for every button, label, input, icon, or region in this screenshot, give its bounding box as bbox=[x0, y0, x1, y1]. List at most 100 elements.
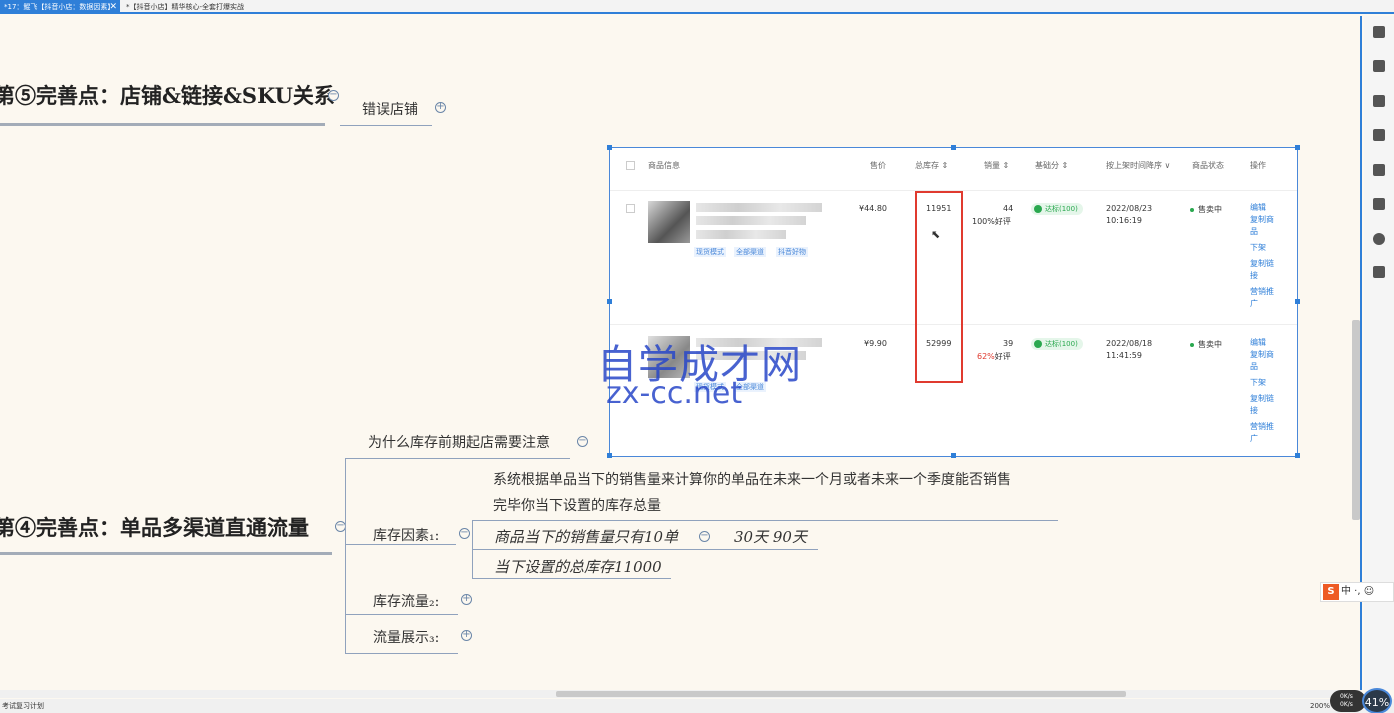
status: 售卖中 bbox=[1190, 204, 1222, 215]
tab-label: *17：鲲飞【抖音小店：数据因素】 bbox=[4, 3, 115, 11]
tab-label: *【抖音小店】精华核心-全套打爆实战 bbox=[126, 3, 245, 11]
status-label: 售卖中 bbox=[1198, 205, 1222, 214]
resize-handle[interactable] bbox=[1295, 145, 1300, 150]
header-price: 售价 bbox=[870, 161, 886, 170]
ime-status: 中 ·, ☺ bbox=[1341, 586, 1375, 597]
stock-factor-description-line1: 系统根据单品当下的销售量来计算你的单品在未来一个月或者未来一个季度能否销售 bbox=[493, 472, 1011, 488]
status-bar: 考试复习计划 200% bbox=[0, 699, 1394, 713]
list-date: 2022/08/18 bbox=[1106, 339, 1153, 348]
blurred-product-title bbox=[696, 203, 822, 212]
rating: 62%好评 bbox=[977, 351, 1011, 362]
collapse-icon[interactable]: − bbox=[577, 436, 588, 447]
resize-handle[interactable] bbox=[951, 145, 956, 150]
header-score: 基础分 ⇕ bbox=[1035, 161, 1069, 170]
tag: 现货模式 bbox=[694, 247, 726, 257]
connector-line bbox=[345, 458, 346, 654]
action-edit[interactable]: 编辑 bbox=[1250, 202, 1278, 214]
highlight-box-stock bbox=[915, 191, 963, 383]
product-thumbnail bbox=[648, 201, 690, 243]
comment-icon[interactable] bbox=[1373, 233, 1385, 245]
tab-inactive-document[interactable]: *【抖音小店】精华核心-全套打爆实战 bbox=[122, 0, 248, 14]
connector-line bbox=[473, 549, 818, 550]
connector-line bbox=[473, 578, 671, 579]
flow-display-label[interactable]: 流量展示₃: bbox=[373, 627, 439, 647]
sheet-tab[interactable]: 考试复习计划 bbox=[2, 699, 44, 713]
action-marketing[interactable]: 营销推广 bbox=[1250, 421, 1278, 445]
tab-active-document[interactable]: *17：鲲飞【抖音小店：数据因素】 ✕ bbox=[0, 0, 120, 14]
status-label: 售卖中 bbox=[1198, 340, 1222, 349]
action-copy-product[interactable]: 复制商品 bbox=[1250, 349, 1278, 373]
tag: 全部渠道 bbox=[734, 247, 766, 257]
horizontal-scrollbar[interactable] bbox=[556, 691, 1126, 697]
image-icon[interactable] bbox=[1373, 95, 1385, 107]
header-sales: 销量 ⇕ bbox=[984, 161, 1010, 170]
rating-percent: 100% bbox=[972, 217, 995, 226]
action-copy-link[interactable]: 复制链接 bbox=[1250, 258, 1278, 282]
branch-question[interactable]: 为什么库存前期起店需要注意 bbox=[368, 432, 550, 452]
stock-flow-label[interactable]: 库存流量₂: bbox=[373, 591, 439, 611]
stock-factor-sub1-child[interactable]: 30天 90天 bbox=[734, 526, 807, 547]
header-list-time: 按上架时间降序 ∨ bbox=[1106, 161, 1171, 170]
select-all-checkbox bbox=[626, 161, 635, 170]
task-icon[interactable] bbox=[1373, 266, 1385, 278]
ime-toolbar[interactable]: S中 ·, ☺ bbox=[1320, 582, 1394, 602]
topic4-underline bbox=[0, 552, 332, 555]
status-dot bbox=[1190, 207, 1194, 212]
action-delist[interactable]: 下架 bbox=[1250, 242, 1278, 254]
action-marketing[interactable]: 营销推广 bbox=[1250, 286, 1278, 310]
close-icon[interactable]: ✕ bbox=[109, 0, 117, 14]
stock-factor-sub1[interactable]: 商品当下的销售量只有10单 bbox=[494, 526, 678, 547]
outline-icon[interactable] bbox=[1373, 26, 1385, 38]
connector-line bbox=[340, 125, 432, 126]
rating-percent: 62% bbox=[977, 352, 995, 361]
resize-handle[interactable] bbox=[1295, 453, 1300, 458]
tag: 抖音好物 bbox=[776, 247, 808, 257]
action-copy-link[interactable]: 复制链接 bbox=[1250, 393, 1278, 417]
stock-factor-label[interactable]: 库存因素₁: bbox=[373, 525, 439, 545]
mindmap-canvas[interactable]: 第⑤完善点：店铺&链接&SKU关系 − 错误店铺 + 商品信息 售价 总库存 ⇕… bbox=[0, 16, 1362, 690]
action-edit[interactable]: 编辑 bbox=[1250, 337, 1278, 349]
vertical-scrollbar[interactable] bbox=[1352, 320, 1360, 520]
resize-handle[interactable] bbox=[951, 453, 956, 458]
collapse-icon[interactable]: − bbox=[328, 90, 339, 101]
ai-icon[interactable] bbox=[1373, 164, 1385, 176]
resize-handle[interactable] bbox=[607, 145, 612, 150]
rating: 100%好评 bbox=[972, 216, 1011, 227]
score-badge: 达标(100) bbox=[1031, 338, 1083, 350]
price: ¥9.90 bbox=[864, 339, 887, 348]
list-date: 2022/08/23 bbox=[1106, 204, 1153, 213]
collapse-icon[interactable]: − bbox=[459, 528, 470, 539]
connector-line bbox=[346, 544, 456, 545]
score-badge: 达标(100) bbox=[1031, 203, 1083, 215]
rating-suffix: 好评 bbox=[994, 352, 1011, 361]
zoom-level[interactable]: 200% bbox=[1310, 699, 1330, 713]
list-time: 11:41:59 bbox=[1106, 351, 1142, 360]
topic5-title[interactable]: 第⑤完善点：店铺&链接&SKU关系 bbox=[0, 80, 335, 110]
resize-handle[interactable] bbox=[607, 453, 612, 458]
collapse-icon[interactable]: − bbox=[699, 531, 710, 542]
flag-icon[interactable] bbox=[1373, 129, 1385, 141]
expand-icon[interactable]: + bbox=[461, 594, 472, 605]
topic5-underline bbox=[0, 123, 325, 126]
action-copy-product[interactable]: 复制商品 bbox=[1250, 214, 1278, 238]
rating-suffix: 好评 bbox=[994, 217, 1011, 226]
blurred-product-title bbox=[696, 216, 806, 225]
expand-icon[interactable]: + bbox=[435, 102, 446, 113]
price: ¥44.80 bbox=[859, 204, 887, 213]
header-stock: 总库存 ⇕ bbox=[915, 161, 949, 170]
document-icon[interactable] bbox=[1373, 198, 1385, 210]
topic4-title[interactable]: 第④完善点：单品多渠道直通流量 bbox=[0, 512, 309, 542]
action-delist[interactable]: 下架 bbox=[1250, 377, 1278, 389]
resize-handle[interactable] bbox=[607, 299, 612, 304]
stock-factor-description-line2: 完毕你当下设置的库存总量 bbox=[493, 498, 661, 514]
brush-icon[interactable] bbox=[1373, 60, 1385, 72]
watermark-en: zx-cc.net bbox=[606, 376, 743, 411]
expand-icon[interactable]: + bbox=[461, 630, 472, 641]
sales: 39 bbox=[1003, 339, 1014, 348]
resize-handle[interactable] bbox=[1295, 299, 1300, 304]
sales: 44 bbox=[1003, 204, 1014, 213]
blurred-product-id bbox=[696, 230, 786, 239]
topic5-child-wrong-store[interactable]: 错误店铺 bbox=[362, 99, 418, 119]
stock-factor-sub2[interactable]: 当下设置的总库存11000 bbox=[494, 556, 662, 577]
connector-line bbox=[346, 653, 458, 654]
